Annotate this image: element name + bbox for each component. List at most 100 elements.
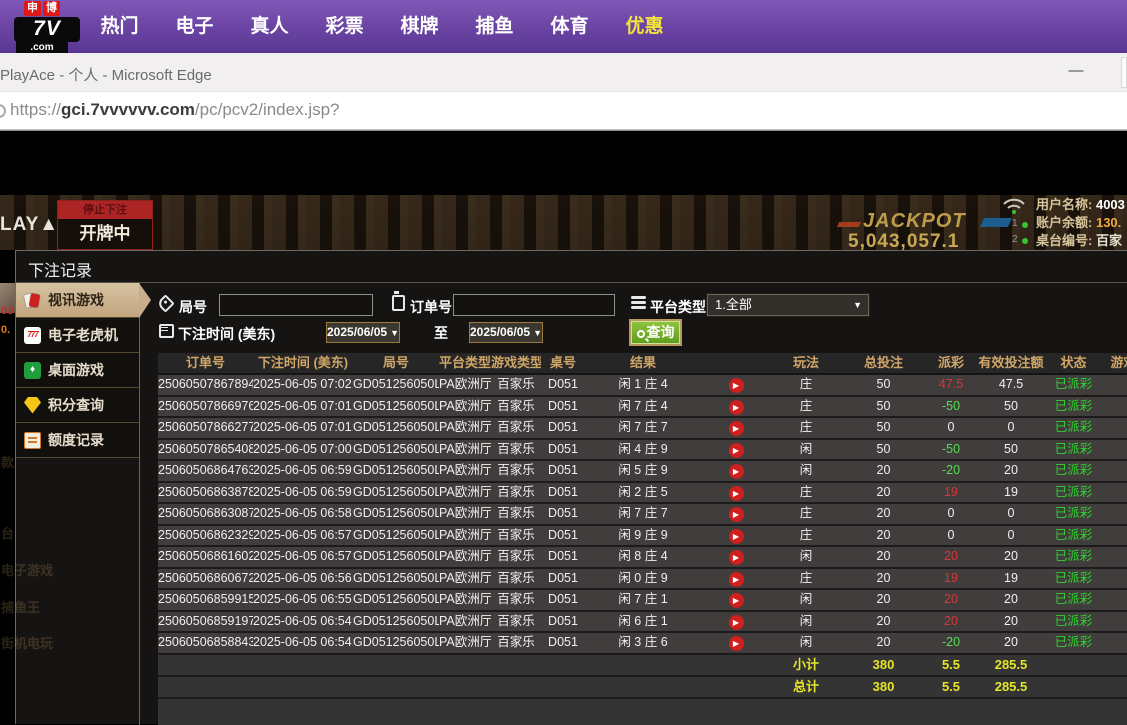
- cell-result: 闲 2 庄 5: [585, 483, 701, 503]
- background-fragment: 0.: [1, 324, 10, 336]
- cell-result: 闲 9 庄 9: [585, 526, 701, 546]
- browser-urlbar[interactable]: https://gci.7vvvvvv.com/pc/pcv2/index.js…: [0, 92, 1127, 130]
- query-button[interactable]: 查询: [631, 321, 680, 344]
- table-row: 2506050685991512025-06-05 06:55:37GD0512…: [158, 590, 1127, 612]
- sidebar-item-视讯游戏[interactable]: 视讯游戏: [16, 283, 139, 318]
- url-host: gci.7vvvvvv.com: [61, 100, 195, 119]
- cell-extra: [1101, 483, 1127, 503]
- table-row: 2506050786789442025-06-05 07:02:41GD0512…: [158, 375, 1127, 397]
- cell-order: 250605078669762: [158, 397, 253, 417]
- sidebar-item-额度记录[interactable]: 额度记录: [16, 423, 139, 458]
- cell-PLAY: ▶: [701, 633, 771, 653]
- total-value: [439, 655, 491, 675]
- play-button[interactable]: ▶: [729, 443, 744, 458]
- cell-platform: PA欧洲厅: [439, 483, 491, 503]
- nav-item-电子[interactable]: 电子: [157, 0, 232, 53]
- sidebar-item-电子老虎机[interactable]: 777电子老虎机: [16, 318, 139, 353]
- cell-round: GD051256050L7: [353, 504, 439, 524]
- cell-time: 2025-06-05 07:00:35: [253, 440, 353, 460]
- minimize-button[interactable]: —: [1058, 53, 1094, 92]
- total-value: [541, 655, 585, 675]
- cell-result: 闲 3 庄 6: [585, 633, 701, 653]
- table-total-row-总计: 总计3805.5285.5: [158, 677, 1127, 699]
- cell-game: 百家乐: [491, 504, 541, 524]
- cell-order: 250605078662770: [158, 418, 253, 438]
- background-fragment: 电子游戏: [1, 560, 53, 579]
- date-to-value: 2025/06/05: [470, 325, 530, 339]
- user-name-label: 用户名称:: [1036, 197, 1092, 212]
- column-header-play: [701, 353, 771, 373]
- cell-total: 50: [841, 440, 926, 460]
- site-navbar: 申 博 7V .com 热门电子真人彩票棋牌捕鱼体育优惠: [0, 0, 1127, 53]
- sidebar-item-积分查询[interactable]: 积分查询: [16, 388, 139, 423]
- cell-PLAY: ▶: [701, 569, 771, 589]
- wifi-icon: [1002, 196, 1026, 216]
- table-number-label: 桌台编号:: [1036, 233, 1092, 248]
- nav-item-彩票[interactable]: 彩票: [307, 0, 382, 53]
- url-text[interactable]: https://gci.7vvvvvv.com/pc/pcv2/index.js…: [10, 100, 340, 120]
- play-button[interactable]: ▶: [729, 507, 744, 522]
- cell-total: 50: [841, 397, 926, 417]
- play-button[interactable]: ▶: [729, 529, 744, 544]
- play-button[interactable]: ▶: [729, 464, 744, 479]
- nav-item-捕鱼[interactable]: 捕鱼: [457, 0, 532, 53]
- play-button[interactable]: ▶: [729, 550, 744, 565]
- cell-result: 闲 5 庄 9: [585, 461, 701, 481]
- url-scheme: https://: [10, 100, 61, 119]
- date-to-select[interactable]: 2025/06/05▼: [469, 322, 543, 343]
- play-button[interactable]: ▶: [729, 636, 744, 651]
- cell-bet: 闲: [771, 590, 841, 610]
- play-button[interactable]: ▶: [729, 572, 744, 587]
- cell-table: D051: [541, 569, 585, 589]
- cell-valid: 0: [976, 418, 1046, 438]
- platform-type-select[interactable]: 1.全部 ▼: [707, 294, 869, 316]
- cell-game: 百家乐: [491, 590, 541, 610]
- table-row: 2506050686160222025-06-05 06:57:07GD0512…: [158, 547, 1127, 569]
- sidebar-item-桌面游戏[interactable]: ♦桌面游戏: [16, 353, 139, 388]
- play-button[interactable]: ▶: [729, 400, 744, 415]
- browser-titlebar: PlayAce - 个人 - Microsoft Edge —: [0, 53, 1127, 92]
- cell-extra: [1101, 612, 1127, 632]
- play-button[interactable]: ▶: [729, 421, 744, 436]
- nav-item-真人[interactable]: 真人: [232, 0, 307, 53]
- table-header-row: 订单号下注时间 (美东)局号平台类型游戏类型桌号结果玩法总投注派彩有效投注额状态…: [158, 353, 1127, 375]
- cell-extra: [1101, 461, 1127, 481]
- total-value: 380: [841, 655, 926, 675]
- cell-total: 50: [841, 418, 926, 438]
- cell-bet: 庄: [771, 483, 841, 503]
- cell-time: 2025-06-05 07:01:54: [253, 397, 353, 417]
- column-header-订单号: 订单号: [158, 353, 253, 373]
- play-button[interactable]: ▶: [729, 615, 744, 630]
- date-from-select[interactable]: 2025/06/05▼: [326, 322, 400, 343]
- cell-time: 2025-06-05 06:58:29: [253, 504, 353, 524]
- cell-total: 20: [841, 483, 926, 503]
- column-header-桌号: 桌号: [541, 353, 585, 373]
- seat-dot-1: [1022, 222, 1028, 228]
- nav-item-优惠[interactable]: 优惠: [607, 0, 682, 53]
- round-input[interactable]: [219, 294, 373, 316]
- total-value: [585, 655, 701, 675]
- page-info-icon[interactable]: [0, 104, 6, 118]
- cell-round: GD051256050L6: [353, 526, 439, 546]
- play-button[interactable]: ▶: [729, 593, 744, 608]
- cell-total: 50: [841, 375, 926, 395]
- cell-status: 已派彩: [1046, 397, 1101, 417]
- background-fragment: 台: [1, 523, 14, 542]
- order-label: 订单号: [410, 297, 452, 317]
- order-input[interactable]: [453, 294, 615, 316]
- nav-item-热门[interactable]: 热门: [82, 0, 157, 53]
- cell-table: D051: [541, 633, 585, 653]
- cell-result: 闲 7 庄 4: [585, 397, 701, 417]
- play-button[interactable]: ▶: [729, 486, 744, 501]
- play-button[interactable]: ▶: [729, 378, 744, 393]
- maximize-button-partial[interactable]: [1121, 57, 1127, 88]
- nav-item-体育[interactable]: 体育: [532, 0, 607, 53]
- cell-platform: PA欧洲厅: [439, 418, 491, 438]
- cell-platform: PA欧洲厅: [439, 569, 491, 589]
- bet-time-calendar-icon: [159, 324, 174, 338]
- cell-bet: 闲: [771, 440, 841, 460]
- user-name-value: 4003: [1096, 197, 1125, 212]
- nav-item-棋牌[interactable]: 棋牌: [382, 0, 457, 53]
- cell-PLAY: ▶: [701, 461, 771, 481]
- cell-PLAY: ▶: [701, 526, 771, 546]
